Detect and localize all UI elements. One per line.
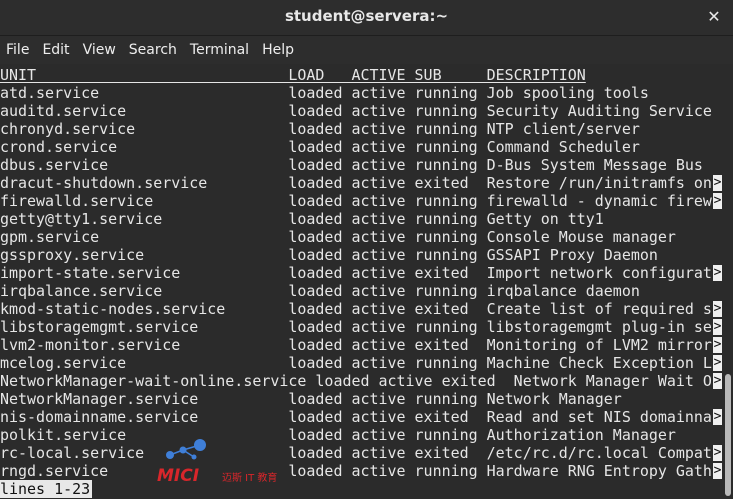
title-bar: student@servera:~ ✕ xyxy=(0,0,733,36)
menu-search[interactable]: Search xyxy=(129,42,177,58)
table-row: lvm2-monitor.service loaded active exite… xyxy=(0,336,712,354)
overflow-marker: > xyxy=(713,445,722,461)
menu-bar: File Edit View Search Terminal Help xyxy=(0,36,733,64)
table-row: getty@tty1.service loaded active running… xyxy=(0,210,604,228)
svg-text:MICI: MICI xyxy=(157,466,199,486)
table-row: NetworkManager-wait-online.service loade… xyxy=(0,372,712,390)
table-row: chronyd.service loaded active running NT… xyxy=(0,120,640,138)
table-row: firewalld.service loaded active running … xyxy=(0,192,712,210)
table-row: polkit.service loaded active running Aut… xyxy=(0,426,676,444)
table-row: gssproxy.service loaded active running G… xyxy=(0,246,658,264)
table-row: atd.service loaded active running Job sp… xyxy=(0,84,649,102)
overflow-marker: > xyxy=(713,337,722,353)
overflow-marker: > xyxy=(713,409,722,425)
overflow-marker: > xyxy=(713,265,722,281)
watermark-logo: MICI 迈斯 IT 教育 xyxy=(156,437,291,487)
column-header: UNIT LOAD ACTIVE SUB DESCRIPTION xyxy=(0,66,586,84)
overflow-marker: > xyxy=(713,175,722,191)
table-row: dbus.service loaded active running D-Bus… xyxy=(0,156,703,174)
overflow-marker: > xyxy=(713,355,722,371)
overflow-marker: > xyxy=(713,319,722,335)
overflow-marker: > xyxy=(713,301,722,317)
table-row: crond.service loaded active running Comm… xyxy=(0,138,640,156)
table-row: rngd.service loaded active running Hardw… xyxy=(0,462,712,480)
table-row: kmod-static-nodes.service loaded active … xyxy=(0,300,712,318)
svg-text:迈斯 IT 教育: 迈斯 IT 教育 xyxy=(222,471,277,484)
menu-help[interactable]: Help xyxy=(262,42,294,58)
menu-terminal[interactable]: Terminal xyxy=(190,42,249,58)
scrollbar[interactable] xyxy=(723,64,733,499)
table-row: irqbalance.service loaded active running… xyxy=(0,282,640,300)
menu-file[interactable]: File xyxy=(6,42,29,58)
table-row: import-state.service loaded active exite… xyxy=(0,264,712,282)
table-row: libstoragemgmt.service loaded active run… xyxy=(0,318,712,336)
terminal-output[interactable]: UNIT LOAD ACTIVE SUB DESCRIPTION atd.ser… xyxy=(0,64,722,499)
menu-edit[interactable]: Edit xyxy=(42,42,69,58)
overflow-marker: > xyxy=(713,193,722,209)
close-icon[interactable]: ✕ xyxy=(703,6,725,28)
window-title: student@servera:~ xyxy=(284,7,449,25)
table-row: gpm.service loaded active running Consol… xyxy=(0,228,676,246)
table-row: NetworkManager.service loaded active run… xyxy=(0,390,622,408)
menu-view[interactable]: View xyxy=(83,42,116,58)
table-row: dracut-shutdown.service loaded active ex… xyxy=(0,174,712,192)
table-row: mcelog.service loaded active running Mac… xyxy=(0,354,712,372)
table-row: nis-domainname.service loaded active exi… xyxy=(0,408,712,426)
table-row: auditd.service loaded active running Sec… xyxy=(0,102,712,120)
scrollbar-thumb[interactable] xyxy=(725,374,731,496)
table-row: rc-local.service loaded active exited /e… xyxy=(0,444,712,462)
overflow-marker: > xyxy=(713,373,722,389)
overflow-marker: > xyxy=(713,463,722,479)
pager-status: lines 1-23 xyxy=(0,480,93,498)
